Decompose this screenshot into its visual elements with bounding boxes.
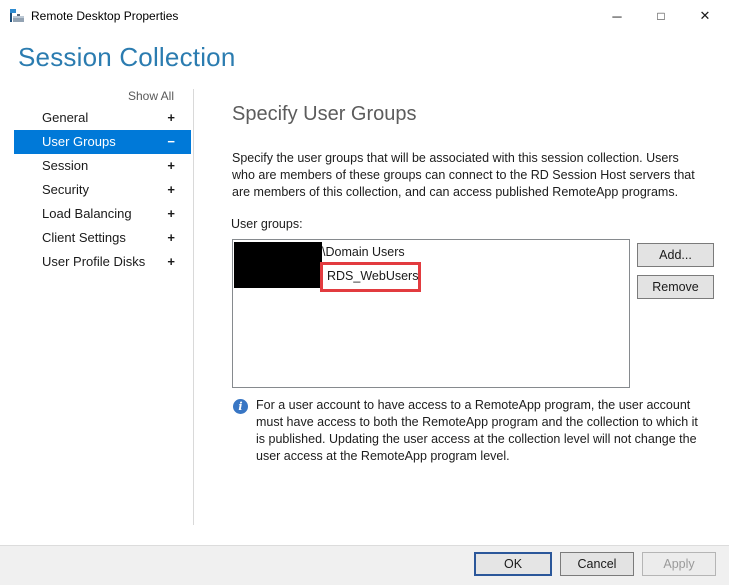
user-groups-listbox[interactable]: \Domain Users RDS_WebUsers: [232, 239, 630, 388]
remove-button[interactable]: Remove: [637, 275, 714, 299]
page-title: Session Collection: [18, 42, 236, 72]
minimize-button[interactable]: ─: [595, 0, 639, 32]
sidebar-item-label: Security: [42, 182, 89, 197]
sidebar-item-label: General: [42, 110, 89, 125]
server-manager-icon: [9, 8, 25, 24]
expand-icon[interactable]: +: [167, 226, 175, 250]
expand-icon[interactable]: +: [167, 106, 175, 130]
sidebar-item-general[interactable]: General +: [14, 106, 191, 130]
window-controls: ─ □ ✕: [595, 0, 727, 32]
sidebar-item-label: Client Settings: [42, 230, 126, 245]
sidebar-item-user-groups[interactable]: User Groups −: [14, 130, 191, 154]
remote-desktop-properties-window: Remote Desktop Properties ─ □ ✕ Session …: [0, 0, 729, 585]
sidebar-item-load-balancing[interactable]: Load Balancing +: [14, 202, 191, 226]
redaction-block: [234, 242, 322, 288]
sidebar-item-label: User Groups: [42, 134, 116, 149]
expand-icon[interactable]: +: [167, 178, 175, 202]
info-icon: i: [233, 399, 248, 414]
window-title: Remote Desktop Properties: [31, 9, 179, 23]
user-group-item[interactable]: \Domain Users: [322, 245, 405, 259]
ok-button[interactable]: OK: [474, 552, 552, 576]
apply-button[interactable]: Apply: [642, 552, 716, 576]
section-description: Specify the user groups that will be ass…: [232, 151, 695, 199]
title-bar[interactable]: Remote Desktop Properties ─ □ ✕: [0, 0, 729, 32]
highlight-annotation-box: [320, 262, 421, 292]
sidebar-item-client-settings[interactable]: Client Settings +: [14, 226, 191, 250]
info-note: For a user account to have access to a R…: [256, 398, 698, 463]
sidebar-item-user-profile-disks[interactable]: User Profile Disks +: [14, 250, 191, 274]
sidebar-item-label: Session: [42, 158, 89, 173]
expand-icon[interactable]: +: [167, 202, 175, 226]
maximize-button[interactable]: □: [639, 0, 683, 32]
show-all-link[interactable]: Show All: [0, 89, 174, 103]
sidebar-item-session[interactable]: Session +: [14, 154, 191, 178]
section-heading: Specify User Groups: [232, 103, 417, 125]
sidebar-item-label: Load Balancing: [42, 206, 132, 221]
user-groups-label: User groups:: [231, 217, 303, 231]
close-button[interactable]: ✕: [683, 0, 727, 32]
sidebar-item-security[interactable]: Security +: [14, 178, 191, 202]
sidebar-item-label: User Profile Disks: [42, 254, 146, 269]
collapse-icon[interactable]: −: [167, 130, 175, 154]
expand-icon[interactable]: +: [167, 250, 175, 274]
add-button[interactable]: Add...: [637, 243, 714, 267]
expand-icon[interactable]: +: [167, 154, 175, 178]
cancel-button[interactable]: Cancel: [560, 552, 634, 576]
sidebar-nav: General + User Groups − Session + Securi…: [14, 106, 191, 274]
sidebar-divider: [193, 89, 194, 525]
